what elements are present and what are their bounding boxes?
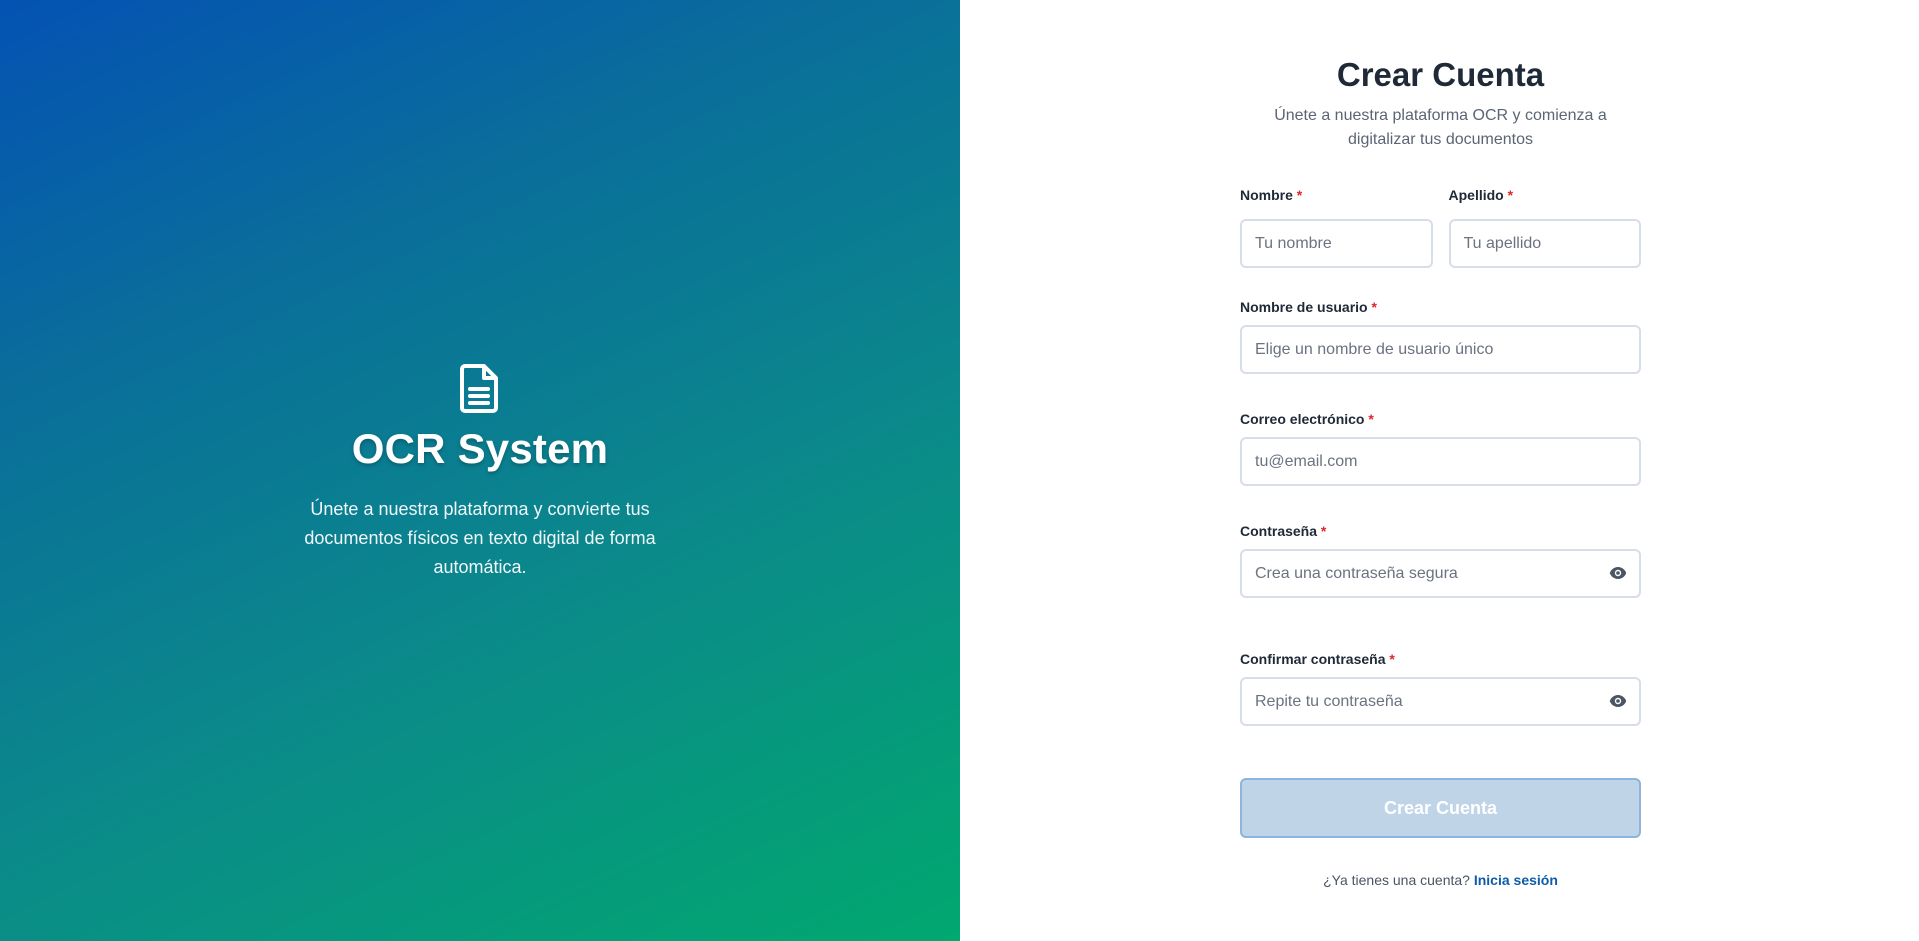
password-label: Contraseña * bbox=[1240, 523, 1641, 543]
username-group: Nombre de usuario * bbox=[1240, 299, 1641, 374]
confirm-password-label: Confirmar contraseña * bbox=[1240, 651, 1641, 671]
eye-icon[interactable] bbox=[1609, 694, 1627, 708]
email-label: Correo electrónico * bbox=[1240, 411, 1641, 431]
last-name-label: Apellido * bbox=[1449, 187, 1642, 207]
last-name-input[interactable] bbox=[1448, 219, 1641, 268]
username-input[interactable] bbox=[1240, 325, 1641, 374]
last-name-label-text: Apellido bbox=[1448, 187, 1504, 203]
password-group: Contraseña * bbox=[1240, 523, 1641, 598]
confirm-password-group: Confirmar contraseña * bbox=[1240, 651, 1641, 726]
name-row: Nombre * Apellido * bbox=[1240, 187, 1641, 268]
login-link[interactable]: Inicia sesión bbox=[1474, 872, 1558, 888]
required-mark: * bbox=[1389, 651, 1395, 667]
required-mark: * bbox=[1320, 523, 1327, 539]
register-page: OCR System Únete a nuestra plataforma y … bbox=[0, 0, 1919, 941]
last-name-group: Apellido * bbox=[1448, 187, 1642, 268]
form-subtitle: Únete a nuestra plataforma OCR y comienz… bbox=[1274, 107, 1607, 148]
confirm-password-label-text: Confirmar contraseña bbox=[1240, 651, 1386, 667]
confirm-password-input-wrap bbox=[1240, 677, 1641, 726]
username-label: Nombre de usuario * bbox=[1240, 299, 1641, 319]
required-mark: * bbox=[1507, 187, 1514, 203]
form-panel: Crear Cuenta Únete a nuestra plataforma … bbox=[960, 0, 1919, 941]
email-group: Correo electrónico * bbox=[1240, 411, 1641, 486]
password-input-wrap bbox=[1240, 549, 1641, 598]
required-mark: * bbox=[1296, 187, 1303, 203]
confirm-password-input[interactable] bbox=[1240, 677, 1641, 726]
login-prompt: ¿Ya tienes una cuenta? Inicia sesión bbox=[1240, 872, 1641, 888]
email-input[interactable] bbox=[1240, 437, 1641, 486]
register-form: Crear Cuenta Únete a nuestra plataforma … bbox=[1240, 0, 1641, 888]
email-label-text: Correo electrónico bbox=[1240, 411, 1365, 427]
document-icon bbox=[460, 364, 498, 413]
username-label-text: Nombre de usuario bbox=[1240, 299, 1368, 315]
hero-description: Únete a nuestra plataforma y convierte t… bbox=[304, 499, 656, 577]
create-account-button[interactable]: Crear Cuenta bbox=[1240, 778, 1641, 838]
eye-icon[interactable] bbox=[1609, 566, 1627, 580]
first-name-input[interactable] bbox=[1240, 219, 1433, 268]
form-title: Crear Cuenta bbox=[1336, 56, 1545, 93]
first-name-label: Nombre * bbox=[1240, 187, 1433, 207]
first-name-group: Nombre * bbox=[1240, 187, 1433, 268]
login-prompt-text: ¿Ya tienes una cuenta? bbox=[1323, 872, 1470, 888]
first-name-label-text: Nombre bbox=[1240, 187, 1293, 203]
required-mark: * bbox=[1368, 411, 1374, 427]
hero-title: OCR System bbox=[351, 425, 609, 472]
password-label-text: Contraseña bbox=[1240, 523, 1318, 539]
hero-panel: OCR System Únete a nuestra plataforma y … bbox=[0, 0, 960, 941]
required-mark: * bbox=[1371, 299, 1377, 315]
password-input[interactable] bbox=[1240, 549, 1641, 598]
